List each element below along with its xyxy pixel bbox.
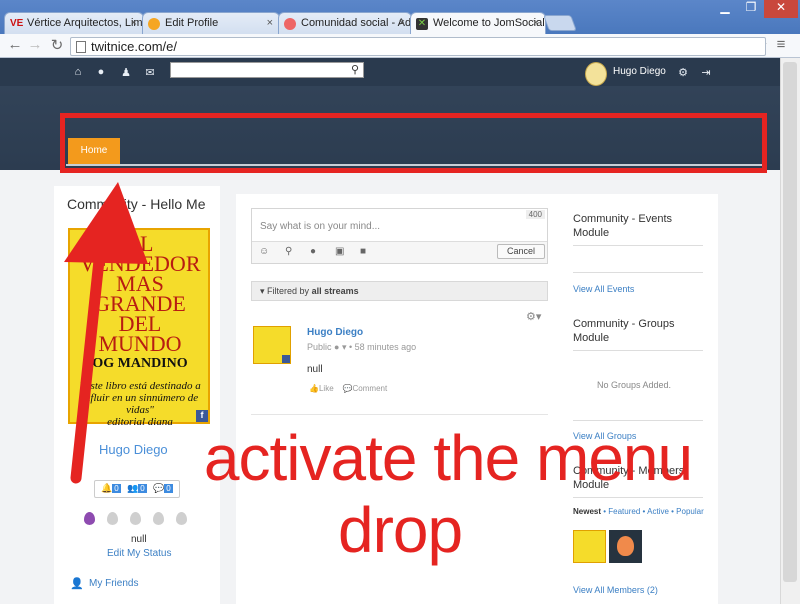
annotation-text: activate the menu drop: [108, 422, 788, 566]
annotation-line-2: drop: [338, 494, 463, 566]
annotation-line-1: activate the menu: [203, 422, 693, 494]
screenshot-root: VE Vértice Arquitectos, Lima × Edit Prof…: [0, 0, 800, 604]
